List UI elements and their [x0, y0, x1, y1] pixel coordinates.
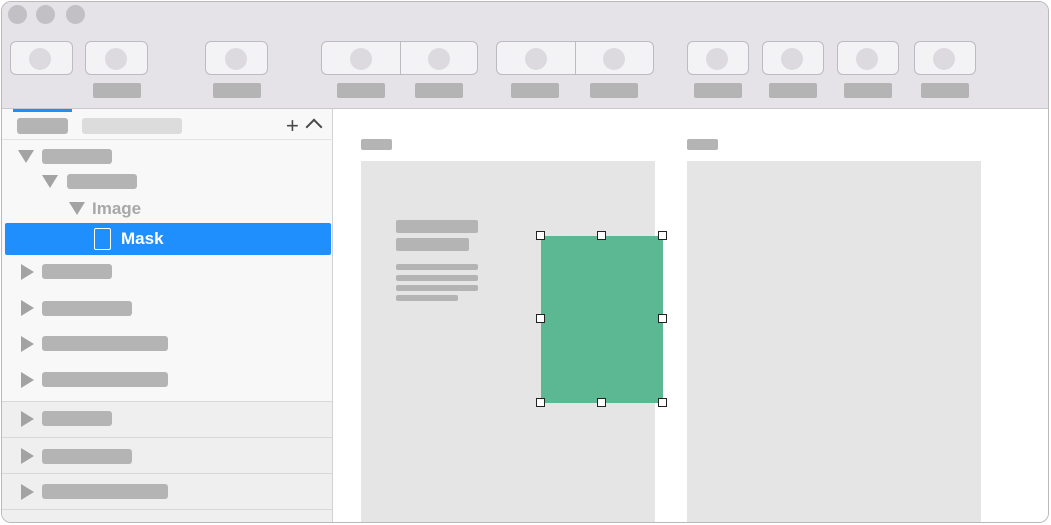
toolbar-button-4[interactable]	[687, 41, 749, 75]
layer-name	[42, 484, 168, 499]
toolbar-label	[93, 83, 141, 98]
resize-handle-bottom[interactable]	[597, 398, 606, 407]
segment-divider	[400, 42, 401, 74]
toolbar-label	[415, 83, 463, 98]
artboard-1-title[interactable]	[361, 139, 392, 150]
toolbar-icon	[603, 48, 625, 70]
artboard-2-title[interactable]	[687, 139, 718, 150]
layer-name	[42, 411, 112, 426]
resize-handle-top[interactable]	[597, 231, 606, 240]
toolbar-label	[511, 83, 559, 98]
layer-name	[42, 149, 112, 164]
close-window-button[interactable]	[8, 5, 27, 24]
toolbar-button-3[interactable]	[205, 41, 268, 75]
text-heading-line[interactable]	[396, 220, 478, 233]
text-body-line[interactable]	[396, 285, 478, 291]
triangle-right-icon[interactable]	[21, 300, 34, 316]
triangle-down-icon[interactable]	[69, 202, 85, 215]
sidebar-tab-layers[interactable]	[17, 118, 68, 134]
layer-name	[42, 264, 112, 279]
artboard-2[interactable]	[687, 161, 981, 522]
layer-group-row[interactable]	[2, 473, 332, 509]
text-heading-line[interactable]	[396, 238, 469, 251]
triangle-right-icon[interactable]	[21, 336, 34, 352]
resize-handle-right[interactable]	[658, 314, 667, 323]
layer-group-row[interactable]	[2, 401, 332, 437]
resize-handle-top-left[interactable]	[536, 231, 545, 240]
toolbar-icon	[933, 48, 955, 70]
toolbar-label	[844, 83, 892, 98]
minimize-window-button[interactable]	[36, 5, 55, 24]
resize-handle-bottom-left[interactable]	[536, 398, 545, 407]
triangle-right-icon[interactable]	[21, 411, 34, 427]
toolbar-icon	[350, 48, 372, 70]
triangle-down-icon[interactable]	[42, 175, 58, 188]
text-body-line[interactable]	[396, 295, 458, 301]
toolbar-icon	[225, 48, 247, 70]
toolbar-label	[213, 83, 261, 98]
triangle-down-icon[interactable]	[18, 150, 34, 163]
toolbar-icon	[856, 48, 878, 70]
triangle-right-icon[interactable]	[21, 484, 34, 500]
layer-group-row[interactable]	[2, 437, 332, 473]
toolbar-label	[921, 83, 969, 98]
toolbar-segmented-1[interactable]	[321, 41, 478, 75]
zoom-window-button[interactable]	[66, 5, 85, 24]
layer-group-row[interactable]	[2, 509, 332, 522]
layer-name	[42, 449, 132, 464]
layer-name	[67, 174, 137, 189]
layer-row-mask[interactable]: Mask	[5, 223, 331, 255]
triangle-right-icon[interactable]	[21, 448, 34, 464]
text-body-line[interactable]	[396, 264, 478, 270]
toolbar-label	[590, 83, 638, 98]
toolbar-label	[337, 83, 385, 98]
toolbar-button-1[interactable]	[10, 41, 73, 75]
layer-name	[42, 301, 132, 316]
plus-icon[interactable]: +	[286, 113, 299, 139]
text-body-line[interactable]	[396, 275, 478, 281]
layer-mask-label: Mask	[121, 229, 164, 248]
mask-icon	[94, 228, 111, 250]
triangle-right-icon[interactable]	[21, 372, 34, 388]
artboard-1[interactable]	[361, 161, 667, 522]
layers-sidebar: + Image Mask	[2, 109, 333, 522]
toolbar-icon	[781, 48, 803, 70]
resize-handle-bottom-right[interactable]	[658, 398, 667, 407]
toolbar-segmented-2[interactable]	[496, 41, 654, 75]
divider	[2, 139, 333, 140]
toolbar-button-7[interactable]	[914, 41, 976, 75]
mask-shape[interactable]	[541, 236, 663, 403]
toolbar-label	[769, 83, 817, 98]
toolbar-icon	[29, 48, 51, 70]
toolbar	[2, 2, 1048, 109]
toolbar-icon	[105, 48, 127, 70]
app-window: + Image Mask	[1, 1, 1049, 523]
toolbar-button-6[interactable]	[837, 41, 899, 75]
toolbar-icon	[706, 48, 728, 70]
layer-image-label: Image	[92, 199, 142, 218]
design-canvas[interactable]	[333, 109, 1048, 522]
toolbar-icon	[525, 48, 547, 70]
active-tab-indicator	[13, 109, 72, 112]
chevron-up-icon[interactable]	[305, 118, 323, 136]
toolbar-button-2[interactable]	[85, 41, 148, 75]
layer-name	[42, 372, 168, 387]
sidebar-tab-secondary[interactable]	[82, 118, 182, 134]
segment-divider	[575, 42, 576, 74]
toolbar-icon	[428, 48, 450, 70]
toolbar-button-5[interactable]	[762, 41, 824, 75]
layer-name	[42, 336, 168, 351]
triangle-right-icon[interactable]	[21, 264, 34, 280]
resize-handle-top-right[interactable]	[658, 231, 667, 240]
resize-handle-left[interactable]	[536, 314, 545, 323]
toolbar-label	[694, 83, 742, 98]
